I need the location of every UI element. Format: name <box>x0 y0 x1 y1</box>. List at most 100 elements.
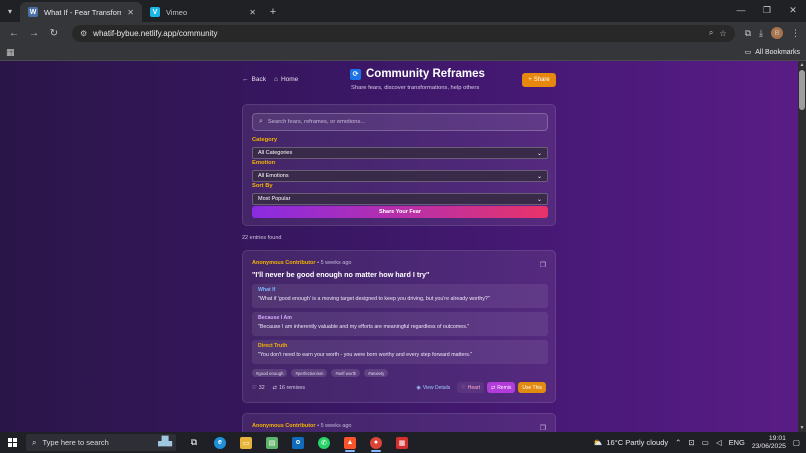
share-your-fear-button[interactable]: Share Your Fear <box>252 206 548 218</box>
chevron-down-icon: ⌄ <box>536 173 542 180</box>
meta-separator: • <box>317 260 320 266</box>
tab-close-icon[interactable]: ✕ <box>127 8 134 17</box>
hearts-stat: ♡ 32 <box>252 385 265 391</box>
reload-icon[interactable]: ↻ <box>46 25 62 41</box>
entry-time: 5 weeks ago <box>320 423 352 429</box>
sort-select[interactable]: Most Popular ⌄ <box>252 193 548 205</box>
address-bar[interactable]: ⚙ whatif-bybue.netlify.app/community ⌕ ☆ <box>72 24 735 42</box>
copy-icon[interactable]: ❐ <box>540 261 546 269</box>
bookmark-star-icon[interactable]: ☆ <box>719 29 726 38</box>
volume-icon[interactable]: ◁ <box>716 438 722 447</box>
search-input[interactable] <box>267 119 541 125</box>
truth-label: Direct Truth <box>258 343 288 349</box>
emotion-select[interactable]: All Emotions ⌄ <box>252 170 548 182</box>
use-this-button[interactable]: Use This <box>518 382 546 393</box>
chevron-up-icon[interactable]: ⌃ <box>675 438 681 447</box>
close-window-icon[interactable]: ✕ <box>780 0 806 20</box>
tag[interactable]: #anxiety <box>364 369 389 377</box>
download-icon[interactable]: ⤓ <box>759 28 763 39</box>
heart-button[interactable]: ♡ Heart <box>457 382 484 393</box>
new-tab-button[interactable]: + <box>264 2 282 22</box>
share-label: Share <box>533 77 550 83</box>
what-if-favicon-icon: W <box>28 7 38 17</box>
system-tray: ⛅ 16°C Partly cloudy ⌃ ⊡ ▭ ◁ ENG 19:01 2… <box>593 435 806 451</box>
tag[interactable]: #self worth <box>331 369 361 377</box>
chevron-down-icon: ⌄ <box>536 196 542 203</box>
profile-avatar[interactable]: B <box>771 27 783 39</box>
arrow-left-icon: ← <box>242 76 249 83</box>
extensions-icon[interactable]: ⧉ <box>745 28 751 39</box>
tab-what-if[interactable]: W What If - Fear Transformation A ✕ <box>20 2 142 22</box>
windows-taskbar: ⌕ Type here to search ▟▙ ⧉ e ▭ ▤ o ✆ ▲ ●… <box>0 432 806 453</box>
start-button[interactable] <box>0 432 24 453</box>
site-info-icon[interactable]: ⚙ <box>80 29 87 38</box>
sort-value: Most Popular <box>258 196 291 202</box>
url-text[interactable]: whatif-bybue.netlify.app/community <box>93 29 703 38</box>
entry-author: Anonymous Contributor <box>252 260 316 266</box>
brave-icon[interactable]: ▲ <box>340 433 360 452</box>
filter-panel: ⌕ Category All Categories ⌄ Emotion All … <box>242 104 556 226</box>
all-bookmarks-button[interactable]: ▭ All Bookmarks <box>745 48 800 57</box>
scroll-up-icon[interactable]: ▲ <box>798 61 806 69</box>
search-box[interactable]: ⌕ <box>252 113 548 131</box>
apps-grid-icon[interactable]: ▦ <box>6 47 15 58</box>
search-icon: ⌕ <box>259 118 263 125</box>
battery-icon[interactable]: ▭ <box>702 438 709 447</box>
menu-kebab-icon[interactable]: ⋮ <box>791 28 800 39</box>
pdf-reader-icon[interactable]: ▦ <box>392 433 412 452</box>
notifications-icon[interactable]: ▢ <box>793 438 800 447</box>
share-icon: + <box>528 77 532 83</box>
back-label: Back <box>251 76 266 83</box>
search-highlight-icon: ▟▙ <box>158 436 172 446</box>
tab-vimeo[interactable]: V Vimeo ✕ <box>142 2 264 22</box>
tag[interactable]: #perfectionism <box>291 369 328 377</box>
remix-icon: ⇄ <box>490 384 496 391</box>
category-value: All Categories <box>258 150 293 156</box>
category-select[interactable]: All Categories ⌄ <box>252 147 548 159</box>
sort-label: Sort By <box>252 183 273 189</box>
remix-button[interactable]: ⇄ Remix <box>486 382 516 393</box>
tab-search-icon[interactable]: ▾ <box>0 0 20 22</box>
share-button[interactable]: + Share <box>522 73 556 87</box>
taskbar-search[interactable]: ⌕ Type here to search ▟▙ <box>26 434 176 451</box>
remix-label: Remix <box>497 384 512 391</box>
entry-meta: Anonymous Contributor • 5 weeks ago <box>252 260 351 266</box>
remixes-stat: ⇄ 16 remixes <box>273 385 305 391</box>
home-label: Home <box>280 76 299 83</box>
copy-icon[interactable]: ❐ <box>540 424 546 432</box>
heart-label: Heart <box>467 384 480 391</box>
forward-arrow-icon[interactable]: → <box>26 25 42 41</box>
weather-widget[interactable]: ⛅ 16°C Partly cloudy <box>593 438 668 447</box>
clock[interactable]: 19:01 23/06/2025 <box>752 435 786 451</box>
chrome-icon[interactable]: ● <box>366 433 386 452</box>
search-icon: ⌕ <box>32 437 37 447</box>
heart-icon: ♡ <box>461 384 466 391</box>
window-controls: — ❐ ✕ <box>728 0 806 22</box>
home-link[interactable]: ⌂ Home <box>274 76 298 83</box>
scroll-thumb[interactable] <box>799 70 805 110</box>
minimize-icon[interactable]: — <box>728 0 754 20</box>
clock-date: 23/06/2025 <box>751 442 786 450</box>
page-subtitle: Share fears, discover transformations, h… <box>351 85 480 91</box>
scroll-down-icon[interactable]: ▼ <box>798 424 806 432</box>
tab-close-icon[interactable]: ✕ <box>249 8 256 17</box>
file-explorer-icon[interactable]: ▭ <box>236 433 256 452</box>
bookmarks-bar: ▦ ▭ All Bookmarks <box>0 44 806 61</box>
page-scrollbar[interactable]: ▲ ▼ <box>798 61 806 432</box>
edge-icon[interactable]: e <box>210 433 230 452</box>
remix-icon: ⇄ <box>272 385 278 391</box>
zoom-icon[interactable]: ⌕ <box>709 28 713 38</box>
view-details-button[interactable]: ◉ View Details <box>412 382 454 393</box>
emotion-value: All Emotions <box>258 173 289 179</box>
outlook-icon[interactable]: o <box>288 433 308 452</box>
whatsapp-icon[interactable]: ✆ <box>314 433 334 452</box>
back-link[interactable]: ← Back <box>242 76 266 83</box>
task-view-icon[interactable]: ⧉ <box>184 433 204 452</box>
entry-time: 5 weeks ago <box>320 260 352 266</box>
network-icon[interactable]: ⊡ <box>688 438 694 447</box>
maximize-icon[interactable]: ❐ <box>754 0 780 20</box>
back-arrow-icon[interactable]: ← <box>6 25 22 41</box>
notepad-icon[interactable]: ▤ <box>262 433 282 452</box>
tag[interactable]: #good enough <box>252 369 288 377</box>
language-indicator[interactable]: ENG <box>729 438 745 447</box>
